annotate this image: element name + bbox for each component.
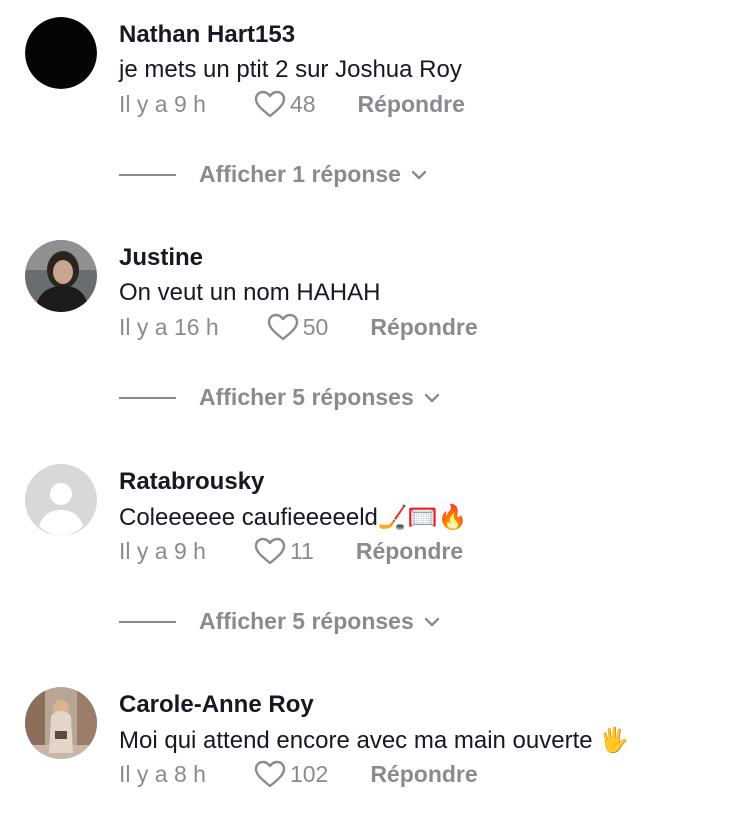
like-button[interactable]: 102: [254, 760, 328, 788]
heart-icon: [254, 760, 286, 788]
comment-meta: Il y a 8 h 102 Répondre: [119, 760, 478, 788]
avatar[interactable]: [25, 17, 97, 89]
comment-text: je mets un ptit 2 sur Joshua Roy: [119, 56, 462, 83]
reply-button[interactable]: Répondre: [358, 91, 465, 118]
chevron-down-icon: [424, 393, 439, 402]
view-replies-button[interactable]: Afficher 1 réponse: [119, 161, 427, 188]
view-replies-label: Afficher 5 réponses: [199, 608, 414, 634]
avatar-photo-icon: [25, 240, 97, 312]
comment-time: Il y a 16 h: [119, 313, 219, 340]
comment-text: On veut un nom HAHAH: [119, 279, 381, 306]
view-replies-button[interactable]: Afficher 5 réponses: [119, 384, 440, 411]
comment-text: Moi qui attend encore avec ma main ouver…: [119, 727, 630, 754]
heart-icon: [254, 90, 286, 118]
like-count: 102: [289, 760, 329, 787]
divider-line: [119, 173, 176, 176]
like-count: 11: [289, 537, 314, 564]
view-replies-button[interactable]: Afficher 5 réponses: [119, 608, 440, 635]
reply-button[interactable]: Répondre: [370, 314, 477, 341]
comment-meta: Il y a 9 h 48 Répondre: [119, 90, 465, 118]
avatar[interactable]: [25, 687, 97, 759]
comment-text: Coleeeeee caufieeeeeld🏒🥅🔥: [119, 504, 468, 531]
chevron-down-icon: [411, 170, 427, 179]
divider-line: [119, 620, 176, 623]
comment-time: Il y a 9 h: [119, 537, 206, 564]
like-button[interactable]: 11: [254, 537, 314, 565]
heart-icon: [254, 537, 286, 565]
reply-button[interactable]: Répondre: [370, 761, 477, 788]
like-button[interactable]: 50: [267, 313, 329, 341]
default-avatar-icon: [25, 464, 97, 536]
like-count: 50: [302, 313, 329, 340]
avatar[interactable]: [25, 464, 97, 536]
view-replies-label: Afficher 5 réponses: [199, 384, 414, 410]
like-button[interactable]: 48: [254, 90, 316, 118]
comment-meta: Il y a 16 h 50 Répondre: [119, 313, 478, 341]
comment-username[interactable]: Carole-Anne Roy: [119, 691, 314, 719]
avatar[interactable]: [25, 240, 97, 312]
comment-username[interactable]: Nathan Hart153: [119, 21, 295, 49]
divider-line: [119, 396, 176, 399]
avatar-black-icon: [25, 17, 97, 89]
reply-button[interactable]: Répondre: [356, 538, 463, 565]
comment-time: Il y a 8 h: [119, 760, 206, 787]
comment-username[interactable]: Ratabrousky: [119, 468, 264, 496]
chevron-down-icon: [424, 617, 439, 626]
avatar-photo-icon: [25, 687, 97, 759]
comment-username[interactable]: Justine: [119, 244, 203, 272]
heart-icon: [267, 313, 298, 341]
comment-meta: Il y a 9 h 11 Répondre: [119, 537, 463, 565]
comment-time: Il y a 9 h: [119, 90, 206, 117]
view-replies-label: Afficher 1 réponse: [199, 161, 401, 187]
like-count: 48: [289, 90, 316, 117]
